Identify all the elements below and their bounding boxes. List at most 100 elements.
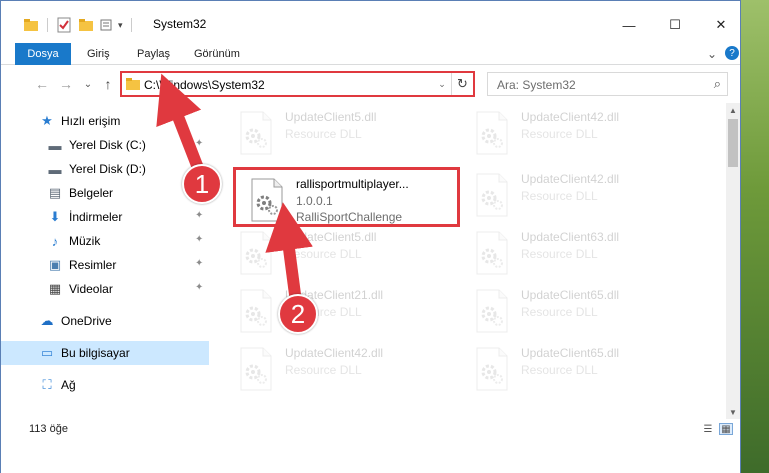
sidebar-item[interactable]: ⛶ Ağ xyxy=(1,373,209,397)
dll-file-icon xyxy=(476,111,508,155)
file-item[interactable]: UpdateClient63.dll Resource DLL xyxy=(461,223,686,281)
sidebar-item-label: Hızlı erişim xyxy=(61,114,121,128)
maximize-button[interactable]: ☐ xyxy=(652,12,698,38)
sidebar-item-label: İndirmeler xyxy=(69,210,123,224)
dll-file-icon xyxy=(476,231,508,275)
file-item[interactable]: UpdateClient5.dll Resource DLL xyxy=(225,103,450,161)
pin-icon: ✦ xyxy=(195,138,204,149)
step-1-callout: 1 xyxy=(182,164,222,204)
sidebar-item[interactable]: ▣ Resimler ✦ xyxy=(1,253,209,277)
pictures-icon: ▣ xyxy=(48,257,62,272)
file-item[interactable]: UpdateClient5.dll Resource DLL xyxy=(225,223,450,281)
folder-icon[interactable] xyxy=(23,18,39,32)
dll-file-icon xyxy=(240,289,272,333)
dll-file-icon xyxy=(240,347,272,391)
dll-file-icon xyxy=(476,173,508,217)
large-icons-view-icon[interactable]: ▦ xyxy=(719,423,733,435)
sidebar-item[interactable]: ▦ Videolar ✦ xyxy=(1,277,209,301)
sidebar-item[interactable]: ▬ Yerel Disk (D:) xyxy=(1,157,209,181)
tab-home[interactable]: Giriş xyxy=(87,43,110,65)
scroll-thumb[interactable] xyxy=(728,119,738,167)
dll-file-icon xyxy=(240,231,272,275)
pin-icon: ✦ xyxy=(195,258,204,269)
file-company: RalliSportChallenge xyxy=(296,210,403,224)
sidebar-item-label: Yerel Disk (C:) xyxy=(69,138,146,152)
toolbar-divider xyxy=(47,18,48,32)
search-icon[interactable]: ⌕ xyxy=(714,76,721,92)
file-detail: Resource DLL xyxy=(285,363,362,377)
toolbar-divider xyxy=(130,18,132,32)
properties-icon[interactable] xyxy=(56,17,72,33)
up-button[interactable]: ↑ xyxy=(99,75,117,93)
close-button[interactable]: ✕ xyxy=(698,12,744,38)
sidebar-item[interactable]: ★ Hızlı erişim xyxy=(1,109,209,133)
customize-toolbar-icon[interactable]: ▾ xyxy=(118,20,123,31)
dll-file-icon xyxy=(476,289,508,333)
search-box[interactable]: Ara: System32 ⌕ xyxy=(487,72,728,96)
refresh-button[interactable]: ↻ xyxy=(451,73,473,95)
help-icon[interactable]: ? xyxy=(725,46,739,60)
file-detail: Resource DLL xyxy=(521,363,598,377)
file-name: UpdateClient65.dll xyxy=(521,288,620,302)
music-icon: ♪ xyxy=(51,233,59,249)
new-folder-icon[interactable] xyxy=(78,18,94,32)
file-name: rallisportmultiplayer... xyxy=(296,177,409,191)
forward-button[interactable]: → xyxy=(57,75,75,93)
sidebar-item-label: OneDrive xyxy=(61,314,112,328)
file-name: UpdateClient42.dll xyxy=(521,110,620,124)
ribbon-tabs: Dosya Giriş Paylaş Görünüm ⌄ ? xyxy=(1,43,740,65)
sidebar-item-label: Resimler xyxy=(69,258,117,272)
sidebar-item[interactable]: ⬇ İndirmeler ✦ xyxy=(1,205,209,229)
file-detail: Resource DLL xyxy=(521,127,598,141)
tab-file[interactable]: Dosya xyxy=(15,43,71,65)
address-dropdown-icon[interactable]: ⌄ xyxy=(435,76,449,92)
tab-view[interactable]: Görünüm xyxy=(194,43,240,65)
pin-icon: ✦ xyxy=(195,282,204,293)
file-name: UpdateClient42.dll xyxy=(285,346,384,360)
sidebar-item[interactable]: ▭ Bu bilgisayar xyxy=(1,341,209,365)
details-view-icon[interactable]: ☰ xyxy=(701,423,715,435)
file-item[interactable]: UpdateClient65.dll Resource DLL xyxy=(461,281,686,339)
file-list: UpdateClient5.dll Resource DLL UpdateClien… xyxy=(213,103,726,409)
videos-icon: ▦ xyxy=(48,281,62,296)
vertical-scrollbar[interactable]: ▲ ▼ xyxy=(726,103,740,419)
dll-file-icon xyxy=(240,111,272,155)
sidebar-item[interactable]: ♪ Müzik ✦ xyxy=(1,229,209,253)
file-item[interactable]: UpdateClient65.dll Resource DLL xyxy=(461,339,686,397)
computer-icon: ▭ xyxy=(40,345,54,360)
cloud-icon: ☁ xyxy=(40,313,54,328)
expand-ribbon-icon[interactable]: ⌄ xyxy=(707,43,717,65)
network-icon: ⛶ xyxy=(42,377,52,392)
item-count: 113 öğe xyxy=(29,423,68,435)
file-name: UpdateClient63.dll xyxy=(521,230,620,244)
file-item[interactable]: UpdateClient42.dll Resource DLL xyxy=(461,165,686,223)
file-name: UpdateClient5.dll xyxy=(285,230,377,244)
recent-locations-button[interactable]: ⌄ xyxy=(79,75,97,93)
file-item[interactable]: rallisportmultiplayer... 1.0.0.1 RalliSpor… xyxy=(233,167,460,227)
file-item[interactable]: UpdateClient21.dll Resource DLL xyxy=(225,281,450,339)
file-detail: Resource DLL xyxy=(285,247,362,261)
file-item[interactable]: UpdateClient42.dll Resource DLL xyxy=(461,103,686,161)
file-detail: Resource DLL xyxy=(521,189,598,203)
navigation-bar: ← → ⌄ ↑ C:\Windows\System32 ⌄ ↻ Ara: Sys… xyxy=(1,65,740,103)
scroll-up-icon[interactable]: ▲ xyxy=(726,103,740,117)
title-bar: ▾ System32 — ☐ ✕ xyxy=(1,1,740,43)
pin-icon: ✦ xyxy=(195,234,204,245)
sidebar-item-label: Ağ xyxy=(61,378,76,392)
sidebar-item[interactable]: ▬ Yerel Disk (C:) ✦ xyxy=(1,133,209,157)
file-item[interactable]: UpdateClient42.dll Resource DLL xyxy=(225,339,450,397)
sidebar-item[interactable]: ☁ OneDrive xyxy=(1,309,209,333)
file-detail: 1.0.0.1 xyxy=(296,194,333,208)
back-button[interactable]: ← xyxy=(33,75,51,93)
file-name: UpdateClient5.dll xyxy=(285,110,377,124)
rename-icon[interactable] xyxy=(100,18,116,32)
address-bar[interactable]: C:\Windows\System32 ⌄ ↻ xyxy=(120,71,475,97)
download-icon: ⬇ xyxy=(49,209,61,224)
sidebar-item-label: Yerel Disk (D:) xyxy=(69,162,146,176)
scroll-down-icon[interactable]: ▼ xyxy=(726,405,740,419)
window-bottom xyxy=(1,441,740,473)
sidebar-item-label: Müzik xyxy=(69,234,101,248)
sidebar-item[interactable]: ▤Belgeler✦ xyxy=(1,181,209,205)
minimize-button[interactable]: — xyxy=(606,12,652,38)
tab-share[interactable]: Paylaş xyxy=(137,43,170,65)
